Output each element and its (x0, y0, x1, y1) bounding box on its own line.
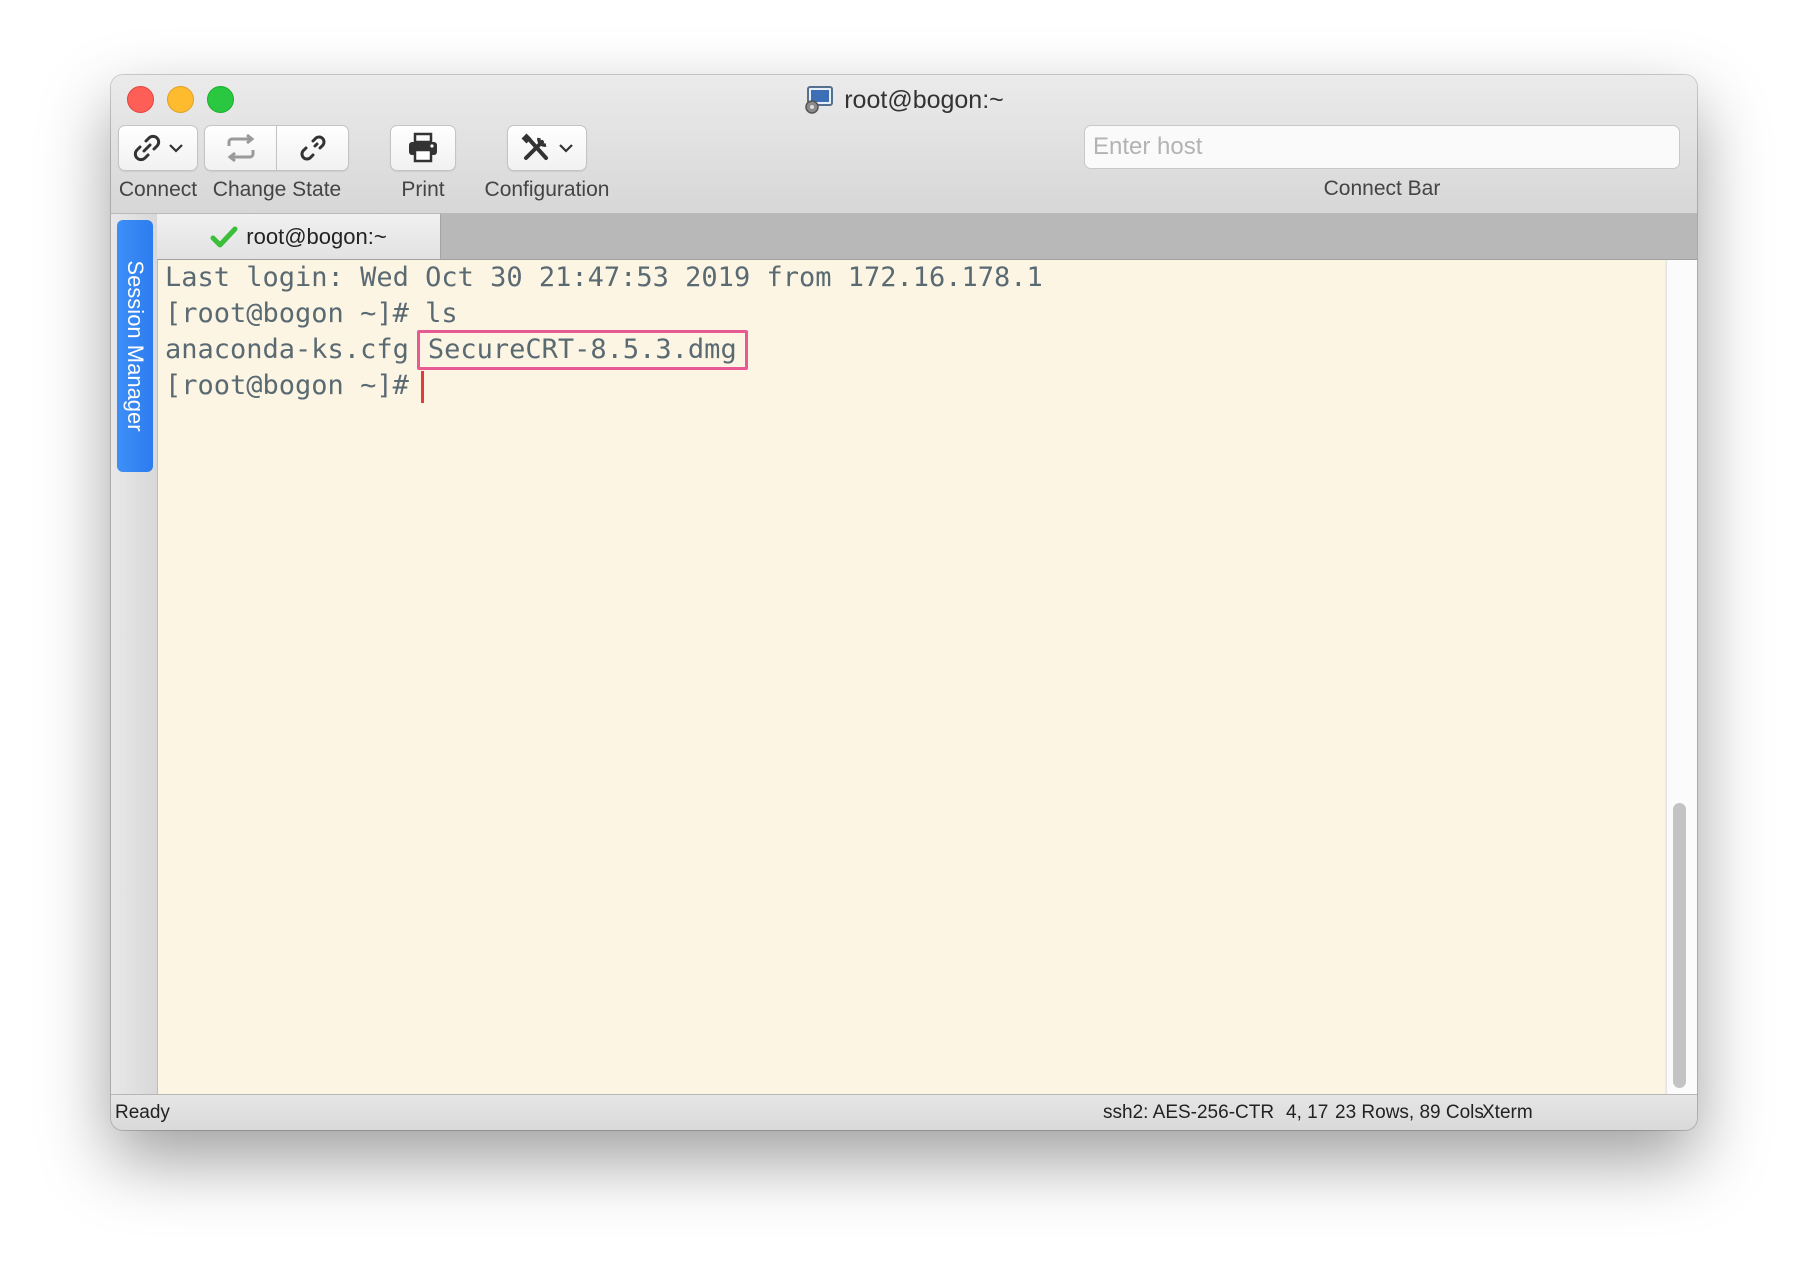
session-manager-label: Session Manager (123, 260, 148, 432)
link-icon (133, 134, 161, 162)
securecrt-window: root@bogon:~ Connect Change State Print … (111, 75, 1697, 1130)
session-manager-tab[interactable]: Session Manager (117, 220, 153, 472)
terminal-prompt-line: [root@bogon ~]# (165, 368, 1665, 404)
status-emulation: Xterm (1482, 1102, 1533, 1123)
window-title: root@bogon:~ (111, 83, 1697, 117)
text-cursor (420, 370, 424, 403)
terminal-output[interactable]: Last login: Wed Oct 30 21:47:53 2019 fro… (158, 260, 1665, 1094)
configuration-button[interactable] (507, 125, 587, 171)
print-tool[interactable]: Print (390, 125, 456, 202)
status-state: Ready (115, 1102, 170, 1123)
window-title-text: root@bogon:~ (844, 85, 1004, 114)
status-bar: Ready ssh2: AES-256-CTR 4, 17 23 Rows, 8… (111, 1094, 1697, 1130)
configuration-label: Configuration (484, 178, 610, 201)
title-toolbar: root@bogon:~ Connect Change State Print … (111, 75, 1697, 214)
session-icon (805, 86, 834, 114)
highlighted-file-securecrt-dmg: SecureCRT-8.5.3.dmg (416, 330, 748, 370)
status-cipher: ssh2: AES-256-CTR (1103, 1102, 1275, 1123)
enter-host-input[interactable] (1084, 125, 1680, 169)
check-icon (210, 226, 238, 247)
change-state-tool: Change State (204, 125, 350, 202)
terminal-line: [root@bogon ~]# ls (165, 298, 458, 329)
chevron-down-icon (559, 144, 573, 153)
status-cursor-position: 4, 17 (1286, 1102, 1329, 1123)
print-button[interactable] (390, 125, 456, 171)
tab-root-bogon[interactable]: root@bogon:~ (157, 214, 441, 259)
chevron-down-icon (169, 144, 183, 153)
print-label: Print (401, 178, 445, 201)
connect-label: Connect (118, 178, 198, 201)
tab-label: root@bogon:~ (246, 223, 387, 249)
broken-link-icon (300, 135, 325, 161)
connect-button[interactable] (118, 125, 198, 171)
terminal-line-listing: anaconda-ks.cfg SecureCRT-8.5.3.dmg (165, 330, 1665, 370)
configuration-tool[interactable]: Configuration (473, 125, 621, 202)
change-state-label: Change State (212, 178, 342, 201)
reconnect-icon (227, 133, 254, 163)
disconnect-button[interactable] (276, 125, 349, 171)
file-anaconda-ks: anaconda-ks.cfg (165, 334, 409, 365)
status-terminal-size: 23 Rows, 89 Cols (1335, 1102, 1484, 1123)
connect-bar-label: Connect Bar (1323, 177, 1441, 200)
tools-icon (521, 133, 548, 160)
connect-tool[interactable]: Connect (117, 125, 199, 202)
session-tab-bar: root@bogon:~ (157, 214, 1697, 260)
reconnect-button[interactable] (204, 125, 276, 171)
scrollbar-thumb[interactable] (1673, 803, 1686, 1088)
terminal-line: Last login: Wed Oct 30 21:47:53 2019 fro… (165, 262, 1043, 293)
shell-prompt: [root@bogon ~]# (165, 370, 409, 401)
printer-icon (409, 132, 437, 163)
